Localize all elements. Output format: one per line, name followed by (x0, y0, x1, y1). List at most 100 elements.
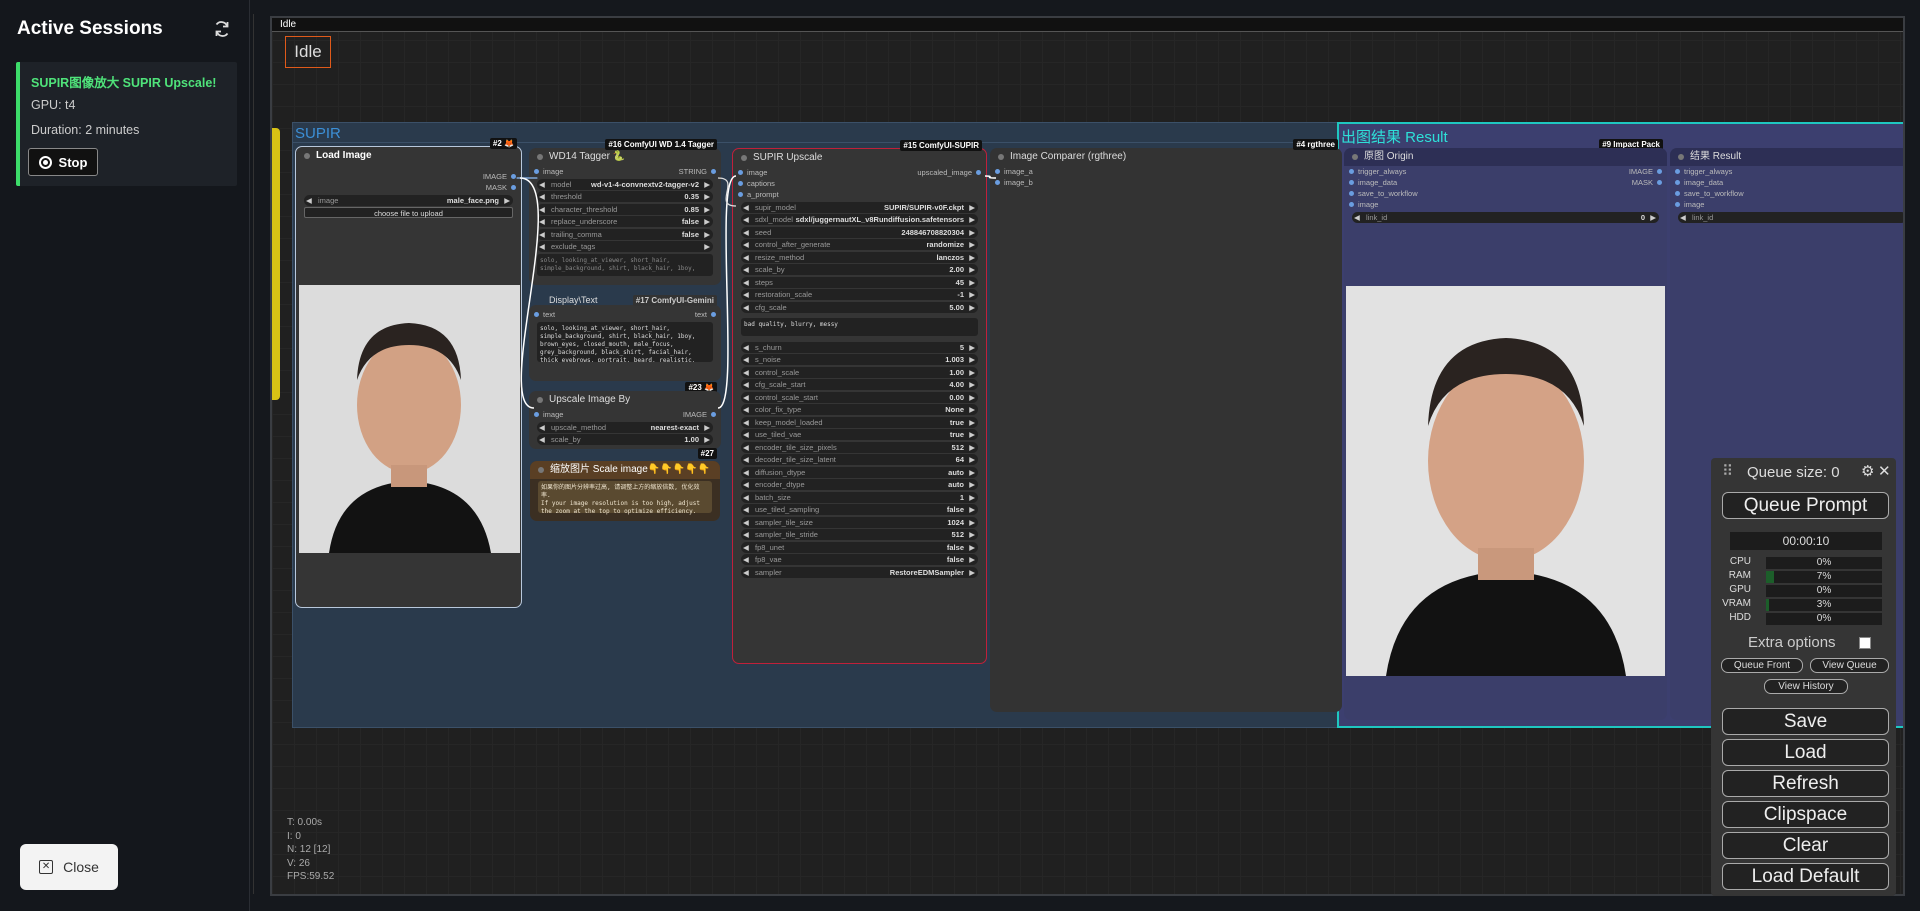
output-image[interactable]: IMAGE (1587, 166, 1667, 177)
input-image[interactable]: image (529, 409, 589, 420)
node-title: Load Image (296, 147, 521, 165)
input-trigger-always[interactable]: trigger_always (1670, 166, 1903, 177)
view-queue-button[interactable]: View Queue (1810, 658, 1889, 673)
node-title: SUPIR Upscale (733, 149, 986, 167)
load-default-button[interactable]: Load Default (1722, 863, 1889, 890)
widget-image[interactable]: ◀ image male_face.png ▶ (304, 194, 513, 206)
widget-replace-underscore[interactable]: ◀ replace_underscore false ▶ (537, 216, 713, 227)
load-button[interactable]: Load (1722, 739, 1889, 766)
widget-encoder-dtype[interactable]: ◀ encoder_dtype auto ▶ (741, 479, 978, 490)
input-save-to-workflow[interactable]: save_to_workflow (1344, 188, 1667, 199)
note-text-cn: 如果你的图片分辨率过高, 请调整上方的缩放倍数, 优化效率. (541, 484, 700, 499)
widget-encoder-tile-size-pixels[interactable]: ◀ encoder_tile_size_pixels 512 ▶ (741, 441, 978, 453)
collapsed-node-edge[interactable] (272, 128, 280, 400)
widget-batch-size[interactable]: ◀ batch_size 1 ▶ (741, 491, 978, 503)
widget-cfg-scale-start[interactable]: ◀ cfg_scale_start 4.00 ▶ (741, 379, 978, 390)
node-supir-upscale[interactable]: #15 ComfyUI-SUPIR SUPIR Upscale image up… (732, 140, 987, 664)
widget-diffusion-dtype[interactable]: ◀ diffusion_dtype auto ▶ (741, 466, 978, 478)
widget-resize-method[interactable]: ◀ resize_method lanczos ▶ (741, 251, 978, 263)
close-label: Close (63, 859, 99, 875)
refresh-icon[interactable] (212, 19, 232, 39)
node-upscale-image-by[interactable]: Upscale Image By image IMAGE ◀ upscale_me… (529, 391, 721, 459)
queue-front-button[interactable]: Queue Front (1721, 658, 1803, 673)
upload-button[interactable]: choose file to upload (304, 207, 513, 218)
sessions-panel: Active Sessions SUPIR图像放大 SUPIR Upscale!… (0, 0, 250, 911)
output-image[interactable]: IMAGE (661, 409, 721, 420)
input-image-a[interactable]: image_a (990, 166, 1342, 177)
node-wd14-tagger[interactable]: #16 ComfyUI WD 1.4 Tagger WD14 Tagger 🐍 … (529, 139, 721, 285)
output-string[interactable]: STRING (641, 166, 721, 177)
input-image[interactable]: image (529, 166, 609, 177)
widget-s-churn[interactable]: ◀ s_churn 5 ▶ (741, 341, 978, 353)
widget-cfg-scale[interactable]: ◀ cfg_scale 5.00 ▶ (741, 301, 978, 313)
gear-icon[interactable]: ⚙ (1861, 462, 1874, 480)
widget-sampler-tile-stride[interactable]: ◀ sampler_tile_stride 512 ▶ (741, 529, 978, 540)
canvas-stats: T: 0.00s I: 0 N: 12 [12] V: 26 FPS:59.52 (287, 816, 334, 884)
clear-button[interactable]: Clear (1722, 832, 1889, 859)
widget-seed[interactable]: ◀ seed 248846708820304 ▶ (741, 226, 978, 238)
session-card[interactable]: SUPIR图像放大 SUPIR Upscale! GPU: t4 Duratio… (16, 62, 237, 186)
save-button[interactable]: Save (1722, 708, 1889, 735)
input-text[interactable]: text (529, 309, 589, 320)
view-history-button[interactable]: View History (1764, 679, 1848, 694)
widget-keep-model-loaded[interactable]: ◀ keep_model_loaded true ▶ (741, 416, 978, 428)
widget-s-noise[interactable]: ◀ s_noise 1.003 ▶ (741, 354, 978, 365)
node-note[interactable]: 缩放图片 Scale image👇👇👇👇👇 如果你的图片分辨率过高, 请调整上方… (530, 461, 720, 521)
widget-control-scale-start[interactable]: ◀ control_scale_start 0.00 ▶ (741, 391, 978, 403)
widget-scale-by[interactable]: ◀ scale_by 2.00 ▶ (741, 264, 978, 275)
input-image[interactable]: image (733, 167, 813, 178)
output-text[interactable]: text (661, 309, 721, 320)
widget-scale-by[interactable]: ◀ scale_by 1.00 ▶ (537, 434, 713, 445)
widget-steps[interactable]: ◀ steps 45 ▶ (741, 276, 978, 288)
widget-color-fix-type[interactable]: ◀ color_fix_type None ▶ (741, 404, 978, 415)
widget-decoder-tile-size-latent[interactable]: ◀ decoder_tile_size_latent 64 ▶ (741, 454, 978, 465)
input-image[interactable]: image (1344, 199, 1667, 210)
refresh-button[interactable]: Refresh (1722, 770, 1889, 797)
widget-control-after-generate[interactable]: ◀ control_after_generate randomize ▶ (741, 239, 978, 250)
clipspace-button[interactable]: Clipspace (1722, 801, 1889, 828)
group-supir-title: SUPIR (295, 125, 341, 142)
negative-prompt[interactable]: bad quality, blurry, messy (741, 317, 978, 336)
output-mask[interactable]: MASK (296, 182, 521, 193)
widget-use-tiled-vae[interactable]: ◀ use_tiled_vae true ▶ (741, 429, 978, 440)
widget-sampler[interactable]: ◀ sampler RestoreEDMSampler ▶ (741, 566, 978, 578)
extra-options-checkbox[interactable] (1859, 637, 1871, 649)
widget-sampler-tile-size[interactable]: ◀ sampler_tile_size 1024 ▶ (741, 516, 978, 528)
widget-link-id[interactable]: ◀ link_id (1678, 211, 1903, 223)
input-save-to-workflow[interactable]: save_to_workflow (1670, 188, 1903, 199)
node-image-comparer[interactable]: #4 rgthree Image Comparer (rgthree) imag… (990, 139, 1342, 712)
node-title: Upscale Image By (529, 391, 721, 409)
input-captions[interactable]: captions (733, 178, 986, 189)
widget-restoration-scale[interactable]: ◀ restoration_scale -1 ▶ (741, 289, 978, 300)
widget-use-tiled-sampling[interactable]: ◀ use_tiled_sampling false ▶ (741, 504, 978, 515)
widget-exclude-tags[interactable]: ◀ exclude_tags ▶ (537, 241, 713, 252)
widget-fp8-unet[interactable]: ◀ fp8_unet false ▶ (741, 541, 978, 553)
node-show-text[interactable]: #17 ComfyUI-Gemini Display\Text text tex… (529, 295, 721, 393)
widget-threshold[interactable]: ◀ threshold 0.35 ▶ (537, 191, 713, 202)
node-origin-preview[interactable]: #9 Impact Pack 原图 Origin trigger_always i… (1344, 139, 1667, 720)
node-load-image[interactable]: #2 🦊 Load Image IMAGE MASK ◀ image male_fa… (295, 138, 522, 608)
widget-model[interactable]: ◀ model wd-v1-4-convnextv2-tagger-v2 ▶ (537, 178, 713, 190)
widget-link-id[interactable]: ◀ link_id 0 ▶ (1352, 211, 1659, 223)
input-a-prompt[interactable]: a_prompt (733, 189, 986, 200)
input-image[interactable]: image (1670, 199, 1903, 210)
input-image-data[interactable]: image_data (1670, 177, 1903, 188)
widget-upscale-method[interactable]: ◀ upscale_method nearest-exact ▶ (537, 421, 713, 433)
widget-character-threshold[interactable]: ◀ character_threshold 0.85 ▶ (537, 203, 713, 215)
output-image[interactable]: IMAGE (296, 171, 521, 182)
widget-fp8-vae[interactable]: ◀ fp8_vae false ▶ (741, 554, 978, 565)
close-button[interactable]: ✕ Close (20, 844, 118, 890)
input-image-b[interactable]: image_b (990, 177, 1342, 188)
widget-supir-model[interactable]: ◀ supir_model SUPIR/SUPIR-v0F.ckpt ▶ (741, 201, 978, 213)
output-mask[interactable]: MASK (1587, 177, 1667, 188)
graph-canvas[interactable]: Idle Idle SUPIR 出图结果 Result #2 🦊 Load Im… (270, 16, 1905, 896)
widget-control-scale[interactable]: ◀ control_scale 1.00 ▶ (741, 366, 978, 378)
widget-sdxl-model[interactable]: ◀ sdxl_model sdxl/juggernautXL_v8Rundiffus… (741, 214, 978, 225)
widget-trailing-comma[interactable]: ◀ trailing_comma false ▶ (537, 228, 713, 240)
drag-handle-icon[interactable]: ⠿ (1722, 462, 1733, 480)
output-upscaled-image[interactable]: upscaled_image (856, 167, 986, 178)
extra-options-label: Extra options (1748, 634, 1836, 651)
close-icon[interactable]: ✕ (1878, 462, 1891, 480)
queue-prompt-button[interactable]: Queue Prompt (1722, 492, 1889, 519)
stop-button[interactable]: Stop (28, 148, 98, 176)
